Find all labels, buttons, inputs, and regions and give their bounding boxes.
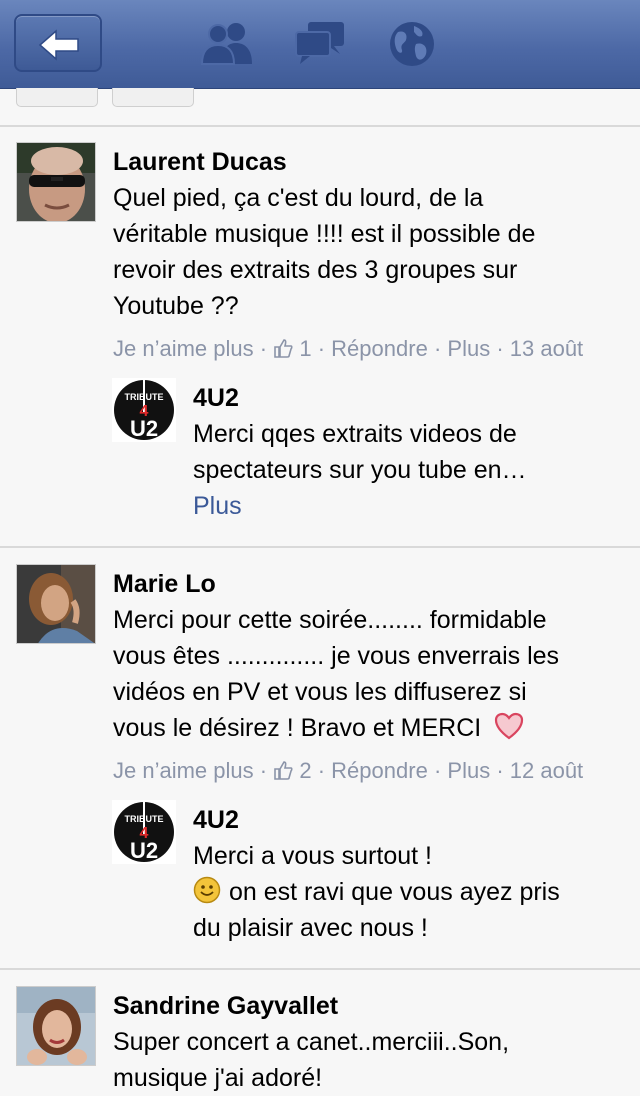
back-arrow-icon — [38, 29, 79, 61]
tribute-4u2-logo[interactable]: TRIBUTE 4 U2 — [112, 378, 176, 442]
friends-icon[interactable] — [198, 18, 256, 68]
messages-icon[interactable] — [294, 20, 346, 66]
unlike-link[interactable]: Je n’aime plus — [113, 758, 254, 783]
reply-text-line: Merci qqes extraits videos de — [193, 420, 517, 448]
reply-text-segment: on est ravi que vous ayez pris — [229, 878, 560, 906]
reply-text-line: Merci a vous surtout ! — [193, 842, 432, 870]
reply-text-line: du plaisir avec nous ! — [193, 914, 428, 942]
like-thumb-icon — [274, 339, 293, 358]
divider — [0, 968, 640, 970]
comment-date: 13 août — [509, 336, 584, 362]
avatar[interactable] — [16, 564, 96, 644]
comment-meta: Je n’aime plus · 2 · Répondre · Plus · 1… — [113, 758, 584, 784]
action-button-stub[interactable] — [112, 88, 194, 107]
like-count[interactable]: 1 — [299, 336, 311, 361]
comment-text-line: Super concert a canet..merciii..Son, — [113, 1028, 510, 1056]
comment-text-line: véritable musique !!!! est il possible d… — [113, 220, 536, 248]
more-link[interactable]: Plus — [447, 336, 490, 361]
comment-text-line: vidéos en PV et vous les diffuserez si — [113, 678, 527, 706]
reply-text-line: on est ravi que vous ayez pris — [193, 874, 560, 910]
divider — [0, 546, 640, 548]
tribute-4u2-logo[interactable]: TRIBUTE 4 U2 — [112, 800, 176, 864]
heart-icon — [495, 712, 524, 740]
reply-link[interactable]: Répondre — [331, 336, 428, 361]
reply-author[interactable]: 4U2 — [193, 383, 239, 413]
globe-icon[interactable] — [388, 20, 436, 68]
top-bar — [0, 0, 640, 89]
see-more-link[interactable]: Plus — [193, 490, 242, 522]
avatar[interactable] — [16, 142, 96, 222]
comment-text-line: vous êtes .............. je vous enverra… — [113, 642, 560, 670]
like-count[interactable]: 2 — [299, 758, 311, 783]
divider — [0, 125, 640, 127]
like-thumb-icon — [274, 761, 293, 780]
logo-u2-text: U2 — [130, 416, 158, 441]
comment-author[interactable]: Laurent Ducas — [113, 147, 287, 177]
action-button-stub[interactable] — [16, 88, 98, 107]
reply-author[interactable]: 4U2 — [193, 805, 239, 835]
comment-text-line: vous le désirez ! Bravo et MERCI — [113, 710, 524, 746]
back-button[interactable] — [14, 14, 102, 72]
comment-text-line: revoir des extraits des 3 groupes sur — [113, 256, 518, 284]
avatar[interactable] — [16, 986, 96, 1066]
comment-author[interactable]: Marie Lo — [113, 569, 216, 599]
comment-meta: Je n’aime plus · 1 · Répondre · Plus · 1… — [113, 336, 584, 362]
reply-link[interactable]: Répondre — [331, 758, 428, 783]
reply-text-line: spectateurs sur you tube en… — [193, 456, 527, 484]
smiley-icon — [193, 876, 221, 904]
comment-text-line: Youtube ?? — [113, 292, 239, 320]
comment-text-line: musique j'ai adoré! — [113, 1064, 323, 1092]
comment-text-line: Merci pour cette soirée........ formidab… — [113, 606, 547, 634]
comment-text-line: Quel pied, ça c'est du lourd, de la — [113, 184, 484, 212]
unlike-link[interactable]: Je n’aime plus — [113, 336, 254, 361]
logo-tribute-text: TRIBUTE — [125, 814, 164, 824]
logo-u2-text: U2 — [130, 838, 158, 863]
comment-text-segment: vous le désirez ! Bravo et MERCI — [113, 714, 482, 742]
more-link[interactable]: Plus — [447, 758, 490, 783]
logo-tribute-text: TRIBUTE — [125, 392, 164, 402]
comment-date: 12 août — [509, 758, 584, 784]
comment-author[interactable]: Sandrine Gayvallet — [113, 991, 338, 1021]
